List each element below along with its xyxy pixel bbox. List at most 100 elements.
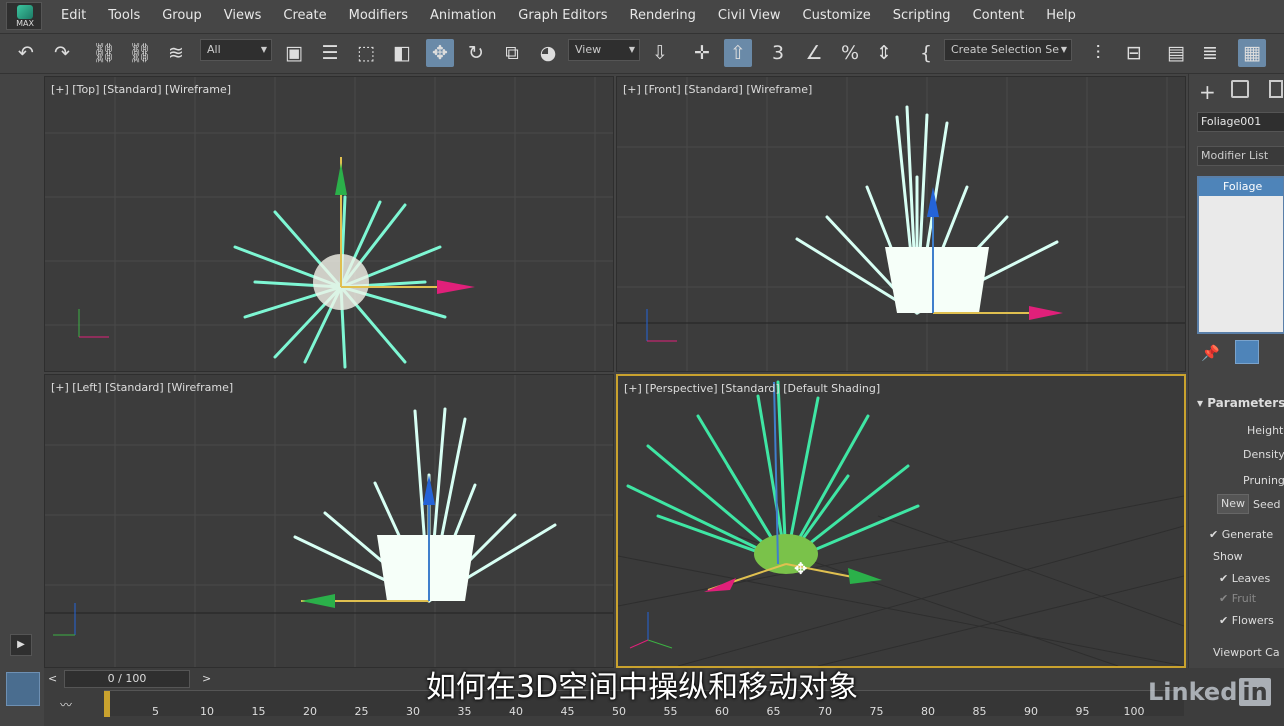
spinner-snap-icon[interactable]: ⇕ [870, 39, 898, 67]
main-toolbar: ↶ ↷ ⛓ ⛓ ≋ All ▼ ▣ ☰ ⬚ ◧ ✥ ↻ ⧉ ◕ View ▼ ⇩… [0, 34, 1284, 74]
unlink-icon[interactable]: ⛓ [126, 39, 154, 67]
reference-coordinate-dropdown[interactable]: View ▼ [568, 39, 640, 61]
link-icon[interactable]: ⛓ [90, 39, 118, 67]
window-crossing-icon[interactable]: ◧ [388, 39, 416, 67]
app-logo-button[interactable]: MAX [6, 2, 42, 30]
menu-graph-editors[interactable]: Graph Editors [507, 8, 618, 23]
viewport-label[interactable]: [+] [Perspective] [Standard] [Default Sh… [624, 382, 880, 395]
menu-scripting[interactable]: Scripting [882, 8, 962, 23]
generate-label: Generate [1221, 528, 1274, 541]
select-and-scale-icon[interactable]: ⧉ [498, 39, 526, 67]
menu-group[interactable]: Group [151, 8, 213, 23]
object-name-field[interactable]: Foliage001 [1197, 112, 1284, 132]
z-axis-arrow-icon [423, 475, 435, 505]
toggle-ribbon-icon[interactable]: ▦ [1238, 39, 1266, 67]
watermark-in: in [1239, 678, 1271, 706]
track-bar-tick: 95 [1075, 705, 1090, 718]
leaves-checkbox[interactable]: ✔ Leaves [1219, 572, 1270, 585]
generate-checkbox[interactable]: ✔ Generate [1209, 528, 1273, 541]
menu-tools[interactable]: Tools [97, 8, 151, 23]
seed-label: Seed [1253, 498, 1281, 511]
select-by-name-icon[interactable]: ☰ [316, 39, 344, 67]
bind-space-warp-icon[interactable]: ≋ [162, 39, 190, 67]
track-bar-tick: 25 [354, 705, 369, 718]
snaps-toggle-icon[interactable]: 3 [764, 39, 792, 67]
menu-help[interactable]: Help [1035, 8, 1087, 23]
menu-edit[interactable]: Edit [50, 8, 97, 23]
select-and-move-icon[interactable]: ✥ [426, 39, 454, 67]
track-bar-tick: 45 [560, 705, 575, 718]
play-icon[interactable]: ▶ [10, 634, 32, 656]
track-bar-tick: 90 [1024, 705, 1038, 718]
edit-named-selection-icon[interactable]: { [912, 39, 940, 67]
menu-civil-view[interactable]: Civil View [707, 8, 792, 23]
viewport-label[interactable]: [+] [Front] [Standard] [Wireframe] [623, 83, 812, 96]
watermark-text: Linked [1148, 678, 1238, 706]
new-seed-button[interactable]: New [1217, 494, 1249, 514]
named-selection-set-dropdown[interactable]: Create Selection Se ▼ [944, 39, 1072, 61]
show-end-result-icon[interactable] [1235, 340, 1259, 364]
viewport-canopy-label: Viewport Ca [1213, 646, 1280, 659]
menu-content[interactable]: Content [962, 8, 1036, 23]
undo-icon[interactable]: ↶ [12, 39, 40, 67]
modifier-list-dropdown[interactable]: Modifier List [1197, 146, 1284, 166]
menu-rendering[interactable]: Rendering [619, 8, 707, 23]
menu-animation[interactable]: Animation [419, 8, 507, 23]
redo-icon[interactable]: ↷ [48, 39, 76, 67]
keyboard-shortcut-override-icon[interactable]: ⇧ [724, 39, 752, 67]
pivot-center-icon[interactable]: ⇩ [646, 39, 674, 67]
mirror-icon[interactable]: ⫶ [1084, 39, 1112, 67]
foliage-left-base [377, 535, 475, 601]
layer-explorer-icon[interactable]: ≣ [1196, 39, 1224, 67]
pruning-label: Pruning [1243, 474, 1284, 487]
select-and-place-icon[interactable]: ◕ [534, 39, 562, 67]
foliage-perspective-mesh [626, 380, 920, 564]
rectangular-selection-icon[interactable]: ⬚ [352, 39, 380, 67]
selection-filter-value: All [207, 43, 221, 56]
scene-explorer-icon[interactable]: ▤ [1162, 39, 1190, 67]
selection-filter-dropdown[interactable]: All ▼ [200, 39, 272, 61]
y-axis-arrow-icon [848, 568, 882, 584]
percent-snap-icon[interactable]: % [836, 39, 864, 67]
viewport-label[interactable]: [+] [Left] [Standard] [Wireframe] [51, 381, 233, 394]
menu-views[interactable]: Views [213, 8, 273, 23]
stack-item-foliage[interactable]: Foliage [1199, 178, 1283, 196]
modify-tab-icon[interactable] [1231, 80, 1249, 98]
foliage-front-base [885, 247, 989, 313]
viewport-front[interactable]: [+] [Front] [Standard] [Wireframe] [616, 76, 1186, 372]
parameters-rollout-title[interactable]: ▾ Parameters [1197, 396, 1284, 410]
menu-customize[interactable]: Customize [792, 8, 882, 23]
grid-lines [45, 375, 613, 667]
select-object-icon[interactable]: ▣ [280, 39, 308, 67]
fruit-checkbox[interactable]: ✔ Fruit [1219, 592, 1256, 605]
logo-text: MAX [16, 19, 34, 28]
track-bar-tick: 75 [869, 705, 884, 718]
manipulate-icon[interactable]: ✛ [688, 39, 716, 67]
viewport-perspective[interactable]: ✥ [+] [Perspective] [Standard] [Default … [616, 374, 1186, 668]
viewport-label[interactable]: [+] [Top] [Standard] [Wireframe] [51, 83, 231, 96]
track-bar-tick: 50 [612, 705, 626, 718]
select-and-rotate-icon[interactable]: ↻ [462, 39, 490, 67]
pin-stack-icon[interactable]: 📌 [1201, 344, 1220, 362]
flowers-checkbox[interactable]: ✔ Flowers [1219, 614, 1274, 627]
axis-tripod-icon [78, 309, 109, 338]
viewport-top[interactable]: [+] [Top] [Standard] [Wireframe] [44, 76, 614, 372]
chevron-down-icon: ▼ [628, 45, 635, 54]
viewport-left[interactable]: [+] [Left] [Standard] [Wireframe] [44, 374, 614, 668]
track-bar-tick: 40 [509, 705, 523, 718]
y-axis-arrow-icon [301, 594, 335, 608]
grid-lines [45, 77, 613, 371]
grid-lines [617, 77, 1185, 371]
hierarchy-tab-icon[interactable] [1269, 80, 1283, 98]
height-label: Height [1247, 424, 1284, 437]
angle-snap-icon[interactable]: ∠ [800, 39, 828, 67]
track-bar-tick: 100 [1123, 705, 1145, 718]
create-tab-icon[interactable]: + [1199, 80, 1216, 104]
menu-modifiers[interactable]: Modifiers [338, 8, 419, 23]
menu-create[interactable]: Create [272, 8, 337, 23]
flowers-label: Flowers [1231, 614, 1274, 627]
density-label: Density [1243, 448, 1284, 461]
menu-bar: MAX Edit Tools Group Views Create Modifi… [0, 0, 1284, 34]
video-subtitle: 如何在3D空间中操纵和移动对象 [425, 670, 859, 705]
align-icon[interactable]: ⊟ [1120, 39, 1148, 67]
